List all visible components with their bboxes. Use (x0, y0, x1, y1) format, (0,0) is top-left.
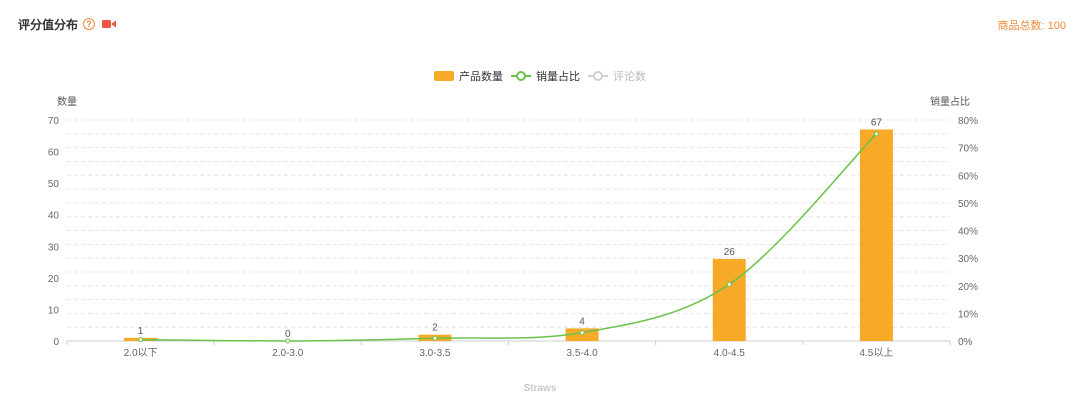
x-tick-label: 4.5以上 (859, 347, 893, 359)
bar-data-label: 26 (724, 247, 736, 258)
y-right-tick-label: 10% (958, 309, 978, 320)
y-left-tick-label: 70 (48, 116, 60, 127)
y-left-tick-label: 30 (48, 242, 60, 253)
y-right-axis-label: 销量占比 (930, 95, 970, 108)
chart-legend: 产品数量 销量占比 评论数 (0, 68, 1080, 84)
bar-data-label: 2 (432, 323, 438, 334)
x-tick-label: 3.5-4.0 (567, 348, 599, 359)
y-right-tick-label: 50% (958, 199, 978, 210)
point-sales-share (873, 131, 879, 137)
x-tick-label: 3.0-3.5 (419, 348, 451, 359)
x-tick-label: 2.0以下 (124, 348, 158, 359)
bar-data-label: 67 (871, 117, 883, 128)
legend-item-review-count[interactable]: 评论数 (588, 68, 646, 84)
rating-distribution-chart: 0102030405060700%10%20%30%40%50%60%70%80… (48, 95, 978, 359)
y-right-tick-label: 0% (958, 337, 973, 348)
y-right-tick-label: 40% (958, 227, 978, 238)
point-sales-share (579, 330, 585, 336)
x-tick-label: 4.0-4.5 (714, 348, 746, 359)
y-right-tick-label: 60% (958, 171, 978, 182)
point-sales-share (432, 335, 438, 341)
y-right-tick-label: 80% (958, 116, 978, 127)
bar-product-count (712, 258, 746, 341)
point-sales-share (726, 281, 732, 287)
point-sales-share (285, 338, 291, 344)
legend-label-product-count: 产品数量 (459, 71, 503, 83)
x-tick-label: 2.0-3.0 (272, 348, 304, 359)
legend-bar-swatch (434, 71, 454, 81)
legend-label-review-count: 评论数 (613, 71, 646, 83)
y-right-tick-label: 30% (958, 254, 978, 265)
bar-data-label: 0 (285, 329, 291, 340)
legend-item-product-count[interactable]: 产品数量 (434, 68, 503, 84)
legend-item-sales-share[interactable]: 销量占比 (511, 68, 580, 84)
watermark: Straws (523, 383, 557, 394)
point-sales-share (138, 337, 144, 343)
y-left-tick-label: 0 (53, 337, 59, 348)
legend-label-sales-share: 销量占比 (536, 71, 580, 83)
y-right-tick-label: 70% (958, 144, 978, 155)
bar-data-label: 4 (579, 316, 585, 327)
y-left-tick-label: 10 (48, 305, 60, 316)
legend-line-swatch (511, 71, 531, 81)
bar-data-label: 1 (138, 326, 144, 337)
bar-product-count (859, 129, 893, 341)
y-left-tick-label: 20 (48, 274, 60, 285)
y-left-tick-label: 40 (48, 211, 60, 222)
y-left-tick-label: 60 (48, 148, 60, 159)
y-left-tick-label: 50 (48, 179, 60, 190)
y-left-axis-label: 数量 (57, 95, 77, 108)
line-sales-share (140, 133, 877, 342)
legend-line-swatch (588, 71, 608, 81)
y-right-tick-label: 20% (958, 282, 978, 293)
